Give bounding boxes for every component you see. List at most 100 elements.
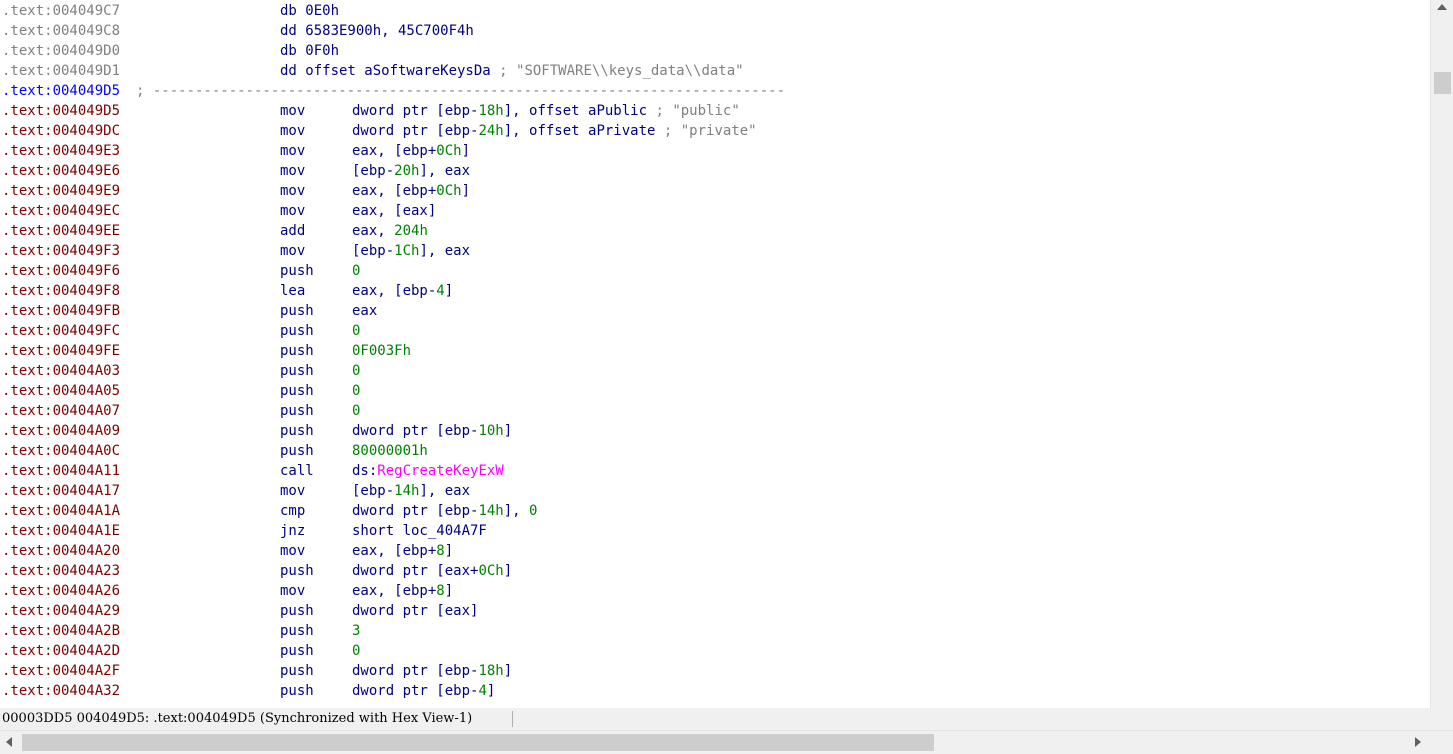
instruction-row[interactable]: .text:004049EE add eax, 204h [0, 221, 1430, 241]
line-comment: ; "private" [655, 123, 757, 139]
import-name[interactable]: RegCreateKeyExW [377, 463, 503, 479]
instruction-operands: dword ptr [eax] [352, 601, 478, 621]
line-address: .text:00404A09 [2, 423, 121, 439]
instruction-mnemonic: push [280, 663, 314, 679]
instruction-mnemonic: lea [280, 283, 306, 299]
instruction-row[interactable]: .text:004049F8 lea eax, [ebp-4] [0, 281, 1430, 301]
operand-text: dword ptr [eax] [352, 603, 479, 619]
instruction-mnemonic: mov [280, 543, 306, 559]
line-address: .text:00404A07 [2, 403, 121, 419]
line-address: .text:004049D0 [2, 43, 121, 59]
line-address: .text:004049D5 [2, 103, 121, 119]
operand-number: 1Ch [394, 243, 420, 259]
instruction-row[interactable]: .text:00404A03 push 0 [0, 361, 1430, 381]
instruction-row[interactable]: .text:004049EC mov eax, [eax] [0, 201, 1430, 221]
instruction-mnemonic: mov [280, 183, 306, 199]
disassembly-view[interactable]: .text:004049C7 db 0E0h .text:004049C8 dd 65… [0, 0, 1430, 708]
listing-line[interactable]: .text:004049C7 db 0E0h [0, 1, 1430, 21]
instruction-row[interactable]: .text:00404A09 push dword ptr [ebp-10h] [0, 421, 1430, 441]
operand-number: 0Ch [478, 563, 504, 579]
operand-text: eax, [eax] [352, 203, 437, 219]
instruction-operands: dword ptr [ebp-18h] [352, 661, 512, 681]
line-address: .text:00404A20 [2, 543, 121, 559]
line-address: .text:004049C7 [2, 3, 121, 19]
instruction-row[interactable]: .text:00404A20 mov eax, [ebp+8] [0, 541, 1430, 561]
instruction-row[interactable]: .text:00404A26 mov eax, [ebp+8] [0, 581, 1430, 601]
instruction-operands: 0F003Fh [352, 341, 411, 361]
instruction-row[interactable]: .text:00404A1E jnz short loc_404A7F [0, 521, 1430, 541]
line-address: .text:00404A2B [2, 623, 121, 639]
line-address: .text:004049DC [2, 123, 121, 139]
line-address: .text:00404A32 [2, 683, 121, 699]
instruction-row[interactable]: .text:00404A11 call ds:RegCreateKeyExW [0, 461, 1430, 481]
instruction-mnemonic: push [280, 423, 314, 439]
operand-text: dword ptr [ebp- [352, 123, 479, 139]
instruction-mnemonic: push [280, 563, 314, 579]
instruction-row[interactable]: .text:004049F3 mov [ebp-1Ch], eax [0, 241, 1430, 261]
instruction-row[interactable]: .text:004049FC push 0 [0, 321, 1430, 341]
instruction-row[interactable]: .text:00404A05 push 0 [0, 381, 1430, 401]
instruction-row[interactable]: .text:00404A1A cmp dword ptr [ebp-14h], 0 [0, 501, 1430, 521]
status-bar: 00003DD5 004049D5: .text:004049D5 (Synch… [0, 708, 1453, 730]
operand-number: 10h [478, 423, 504, 439]
instruction-row[interactable]: .text:00404A2B push 3 [0, 621, 1430, 641]
vertical-scroll-thumb[interactable] [1434, 72, 1451, 94]
operand-number: 0 [352, 403, 361, 419]
instruction-mnemonic: call [280, 463, 314, 479]
instruction-row[interactable]: .text:00404A32 push dword ptr [ebp-4] [0, 681, 1430, 701]
listing-line[interactable]: .text:004049D1 dd offset aSoftwareKeysDa … [0, 61, 1430, 81]
operand-number: 18h [478, 663, 504, 679]
instruction-row[interactable]: .text:00404A2D push 0 [0, 641, 1430, 661]
line-address: .text:00404A17 [2, 483, 121, 499]
listing-separator-line[interactable]: .text:004049D5 ; ------------------------… [0, 81, 1430, 101]
instruction-operands: 0 [352, 401, 360, 421]
operand-number: 0 [529, 503, 538, 519]
line-address: .text:00404A26 [2, 583, 121, 599]
line-address-selected: .text:004049D5 [2, 83, 121, 99]
listing-line[interactable]: .text:004049D0 db 0F0h [0, 41, 1430, 61]
horizontal-scroll-thumb[interactable] [22, 734, 934, 751]
line-address: .text:004049FB [2, 303, 121, 319]
operand-text: ] [486, 683, 496, 699]
line-address: .text:004049FE [2, 343, 121, 359]
instruction-row[interactable]: .text:004049FE push 0F003Fh [0, 341, 1430, 361]
scroll-right-arrow-icon[interactable] [1415, 737, 1421, 747]
scroll-up-arrow-icon[interactable] [1437, 4, 1447, 10]
instruction-row[interactable]: .text:00404A29 push dword ptr [eax] [0, 601, 1430, 621]
instruction-mnemonic: push [280, 263, 314, 279]
instruction-row[interactable]: .text:004049E6 mov [ebp-20h], eax [0, 161, 1430, 181]
instruction-row[interactable]: .text:004049DC mov dword ptr [ebp-24h], of… [0, 121, 1430, 141]
vertical-scrollbar[interactable] [1430, 0, 1453, 708]
instruction-row[interactable]: .text:00404A17 mov [ebp-14h], eax [0, 481, 1430, 501]
scrollbar-corner [1430, 731, 1453, 754]
instruction-row[interactable]: .text:004049E3 mov eax, [ebp+0Ch] [0, 141, 1430, 161]
instruction-operands: [ebp-1Ch], eax [352, 241, 470, 261]
operand-text: ] [503, 563, 513, 579]
instruction-row[interactable]: .text:00404A23 push dword ptr [eax+0Ch] [0, 561, 1430, 581]
operand-text: dword ptr [ebp- [352, 103, 479, 119]
operand-text: dword ptr [ebp- [352, 423, 479, 439]
instruction-operands: 3 [352, 621, 360, 641]
instruction-row[interactable]: .text:00404A2F push dword ptr [ebp-18h] [0, 661, 1430, 681]
data-directive: dd offset aSoftwareKeysDa ; "SOFTWARE\\k… [280, 63, 744, 79]
operand-number: 3 [352, 623, 361, 639]
instruction-row[interactable]: .text:004049E9 mov eax, [ebp+0Ch] [0, 181, 1430, 201]
horizontal-scrollbar[interactable] [0, 730, 1453, 754]
instruction-operands: dword ptr [ebp-4] [352, 681, 495, 701]
data-directive: dd 6583E900h, 45C700F4h [280, 23, 474, 39]
instruction-row[interactable]: .text:00404A0C push 80000001h [0, 441, 1430, 461]
scroll-left-arrow-icon[interactable] [6, 737, 12, 747]
operand-text: ] [444, 583, 454, 599]
instruction-mnemonic: mov [280, 583, 306, 599]
instruction-row[interactable]: .text:004049F6 push 0 [0, 261, 1430, 281]
operand-text: ] [444, 283, 454, 299]
listing-line[interactable]: .text:004049C8 dd 6583E900h, 45C700F4h [0, 21, 1430, 41]
instruction-operands: 0 [352, 261, 360, 281]
operand-text: dword ptr [ebp- [352, 503, 479, 519]
instruction-row[interactable]: .text:004049D5 mov dword ptr [ebp-18h], of… [0, 101, 1430, 121]
instruction-operands: dword ptr [eax+0Ch] [352, 561, 512, 581]
instruction-operands: dword ptr [ebp-10h] [352, 421, 512, 441]
instruction-row[interactable]: .text:00404A07 push 0 [0, 401, 1430, 421]
operand-text: eax [352, 303, 378, 319]
instruction-row[interactable]: .text:004049FB push eax [0, 301, 1430, 321]
